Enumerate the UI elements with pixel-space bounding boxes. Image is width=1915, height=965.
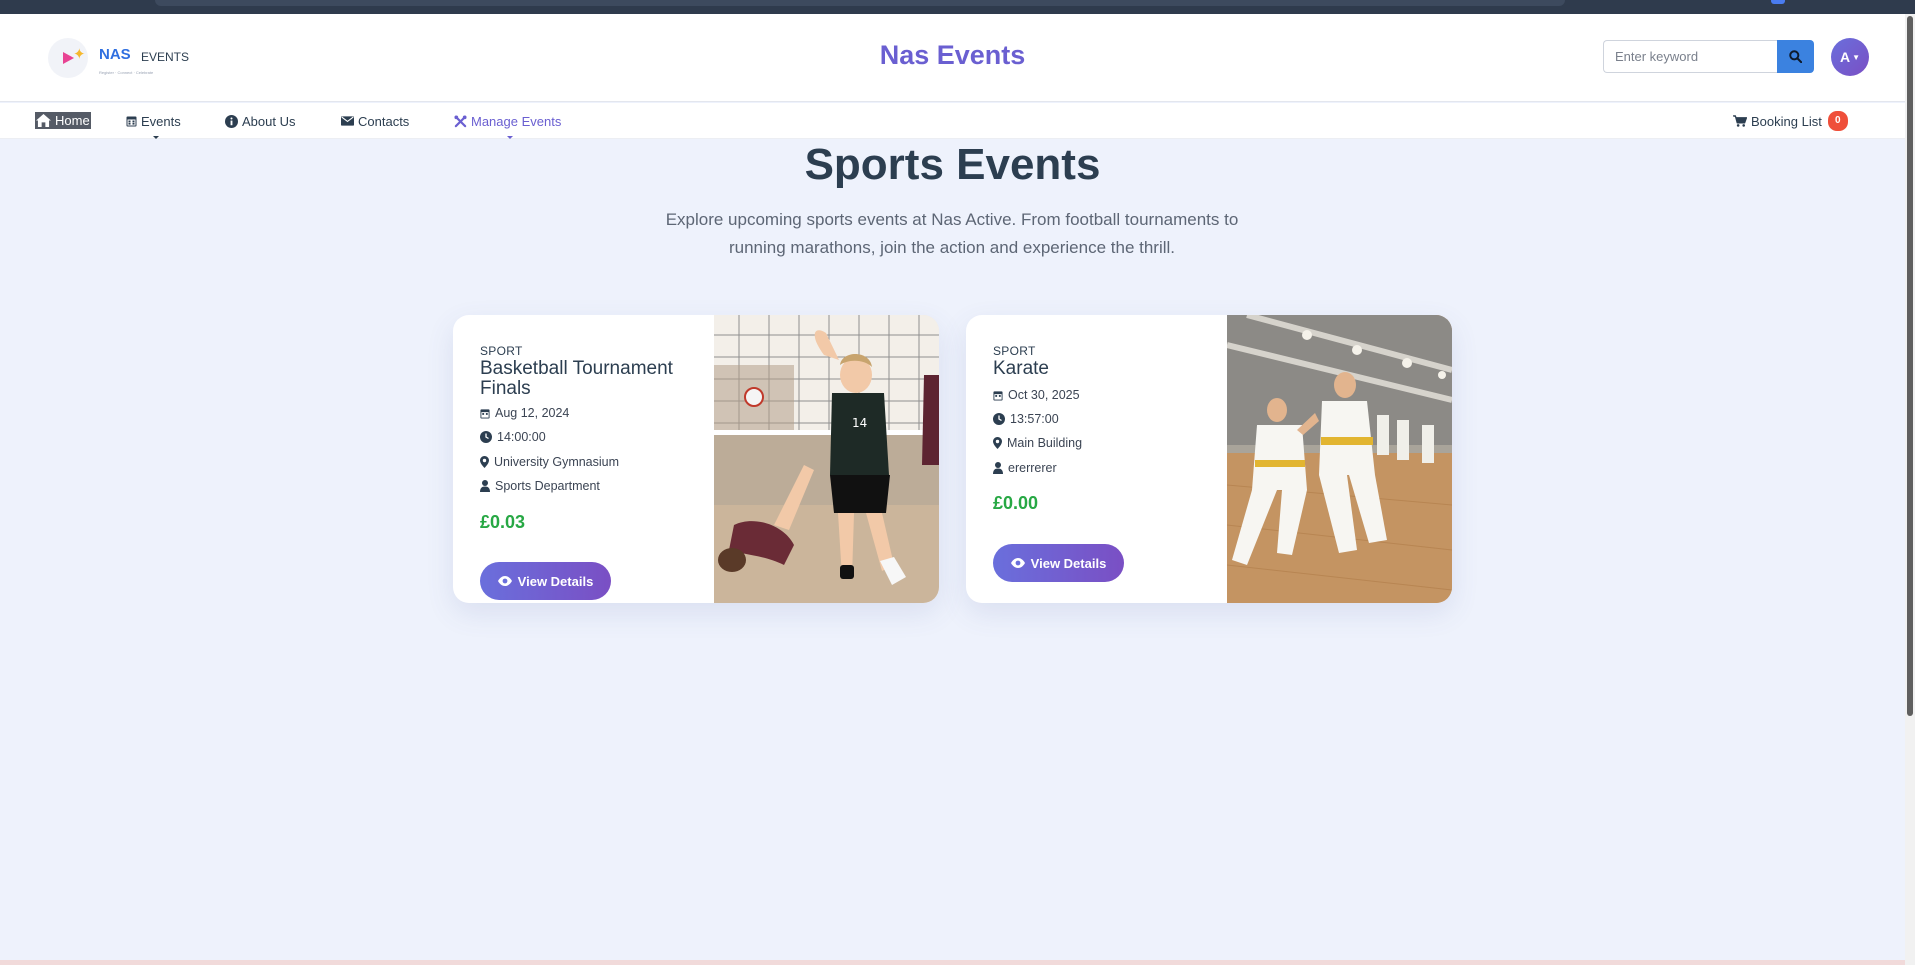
calendar-icon <box>480 408 490 418</box>
karate-photo <box>1227 315 1452 603</box>
event-card: SPORT Basketball Tournament Finals Aug 1… <box>453 315 939 603</box>
user-icon <box>993 462 1003 474</box>
page-scrollbar[interactable] <box>1905 14 1915 965</box>
envelope-icon <box>341 116 354 126</box>
clock-icon <box>480 431 492 443</box>
dropdown-indicator-icon <box>507 136 513 139</box>
page-title: Sports Events <box>804 140 1101 189</box>
avatar-initial: A <box>1839 49 1851 65</box>
event-price: £0.03 <box>480 512 526 532</box>
svg-text:14: 14 <box>852 416 867 430</box>
map-pin-icon <box>993 437 1002 449</box>
eye-icon <box>497 576 512 586</box>
event-location-text: University Gymnasium <box>494 455 620 469</box>
view-details-label: View Details <box>1030 555 1107 571</box>
nav-item-about[interactable]: About Us <box>225 111 295 131</box>
event-time: 14:00:00 <box>480 430 546 444</box>
event-location-text: Main Building <box>1007 436 1083 450</box>
cart-icon <box>1733 115 1747 127</box>
event-date-text: Aug 12, 2024 <box>495 406 570 420</box>
view-details-button[interactable]: View Details <box>993 544 1124 582</box>
event-category: SPORT <box>993 344 1036 358</box>
event-organizer: Sports Department <box>480 479 600 493</box>
clock-icon <box>993 413 1005 425</box>
event-price: £0.00 <box>993 493 1039 513</box>
event-card: SPORT Karate Oct 30, 2025 13:57:00 Main … <box>966 315 1452 603</box>
view-details-label: View Details <box>517 573 594 589</box>
volleyball-photo: 14 <box>714 315 939 603</box>
calendar-icon <box>126 116 137 127</box>
event-time-text: 13:57:00 <box>1010 412 1059 426</box>
nav-item-label: Manage Events <box>471 113 562 129</box>
booking-list-label: Booking List <box>1751 113 1822 129</box>
nav-item-manage-events[interactable]: Manage Events <box>454 111 561 131</box>
event-category: SPORT <box>480 344 523 358</box>
nav-item-contacts[interactable]: Contacts <box>341 111 409 131</box>
event-time-text: 14:00:00 <box>497 430 546 444</box>
event-date: Aug 12, 2024 <box>480 406 569 420</box>
event-location: Main Building <box>993 436 1082 450</box>
nav-item-label: About Us <box>242 113 296 129</box>
info-icon <box>225 114 238 128</box>
home-icon <box>36 114 51 127</box>
main-nav: Home Events About Us Contacts Manage Eve <box>0 103 1905 139</box>
search-icon <box>1789 50 1802 63</box>
browser-top-strip <box>0 0 1915 14</box>
tools-icon <box>454 114 467 127</box>
scrollbar-thumb[interactable] <box>1907 16 1913 716</box>
extension-icon[interactable] <box>1771 0 1785 4</box>
nav-item-label: Contacts <box>358 113 410 129</box>
search-input[interactable] <box>1603 40 1778 73</box>
map-pin-icon <box>480 456 489 468</box>
view-details-button[interactable]: View Details <box>480 562 611 600</box>
site-header: ✦ NAS EVENTS Register · Connect · Celebr… <box>0 14 1905 102</box>
event-title: Basketball Tournament Finals <box>480 358 673 399</box>
chevron-down-icon: ▼ <box>1852 53 1861 62</box>
booking-list-link[interactable]: Booking List 0 <box>1733 111 1848 131</box>
nav-item-events[interactable]: Events <box>126 111 181 131</box>
event-location: University Gymnasium <box>480 455 619 469</box>
event-title: Karate <box>993 358 1049 379</box>
eye-icon <box>1010 558 1025 568</box>
browser-address-bar[interactable] <box>155 0 1565 6</box>
dropdown-indicator-icon <box>153 136 159 139</box>
booking-count-badge: 0 <box>1827 111 1848 131</box>
event-date: Oct 30, 2025 <box>993 388 1080 402</box>
user-avatar-menu[interactable]: A ▼ <box>1831 38 1869 76</box>
user-icon <box>480 480 490 492</box>
nav-item-home[interactable]: Home <box>35 112 91 129</box>
event-organizer-text: ererrerer <box>1008 461 1057 475</box>
event-time: 13:57:00 <box>993 412 1059 426</box>
search-button[interactable] <box>1777 40 1814 73</box>
calendar-icon <box>993 390 1003 400</box>
event-organizer: ererrerer <box>993 461 1057 475</box>
bottom-edge <box>0 960 1905 965</box>
nav-item-label: Home <box>55 113 90 128</box>
event-date-text: Oct 30, 2025 <box>1008 388 1080 402</box>
nav-item-label: Events <box>141 113 181 129</box>
page-subtitle: Explore upcoming sports events at Nas Ac… <box>665 210 1239 257</box>
event-organizer-text: Sports Department <box>495 479 600 493</box>
